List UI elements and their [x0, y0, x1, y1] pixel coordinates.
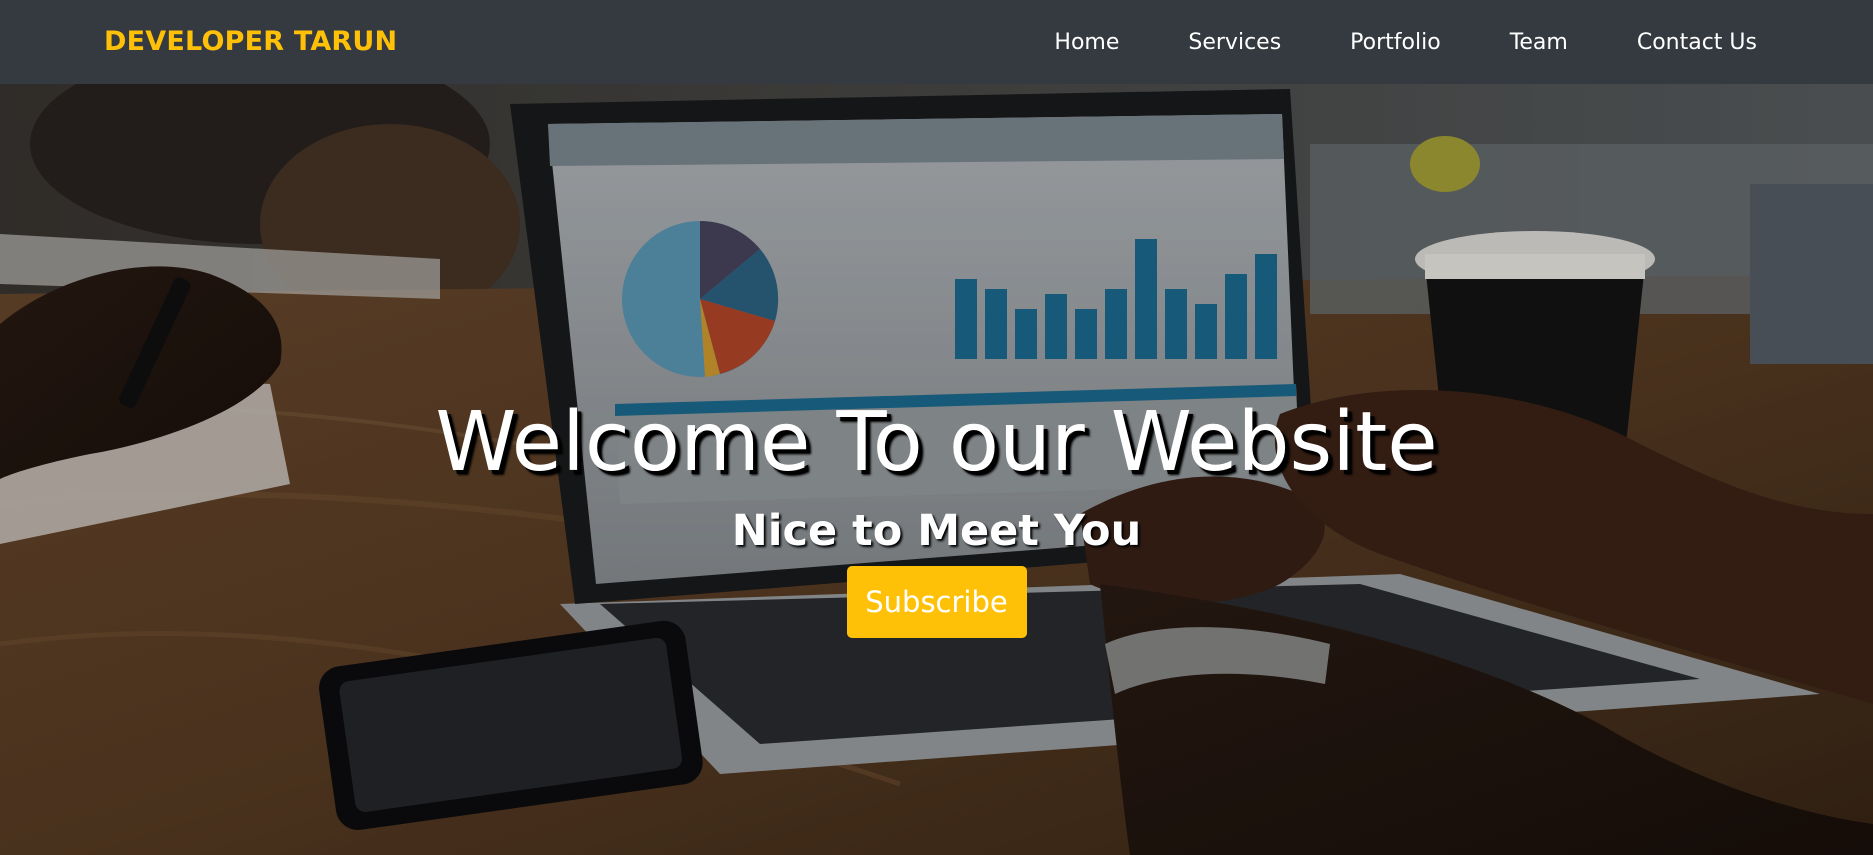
nav-link-portfolio[interactable]: Portfolio	[1350, 30, 1441, 55]
top-navbar: DEVELOPER TARUN Home Services Portfolio …	[0, 0, 1873, 84]
nav-link-contact-us[interactable]: Contact Us	[1637, 30, 1757, 55]
nav-links: Home Services Portfolio Team Contact Us	[985, 0, 1757, 84]
nav-link-home[interactable]: Home	[1054, 30, 1119, 55]
brand-logo[interactable]: DEVELOPER TARUN	[104, 26, 397, 57]
hero-content: Welcome To our Website Nice to Meet You …	[0, 395, 1873, 639]
hero-subtitle: Nice to Meet You	[731, 506, 1142, 557]
subscribe-button[interactable]: Subscribe	[846, 566, 1027, 639]
hero-section: Welcome To our Website Nice to Meet You …	[0, 84, 1873, 855]
hero-title: Welcome To our Website	[435, 395, 1438, 490]
nav-link-team[interactable]: Team	[1510, 30, 1568, 55]
nav-link-services[interactable]: Services	[1188, 30, 1281, 55]
